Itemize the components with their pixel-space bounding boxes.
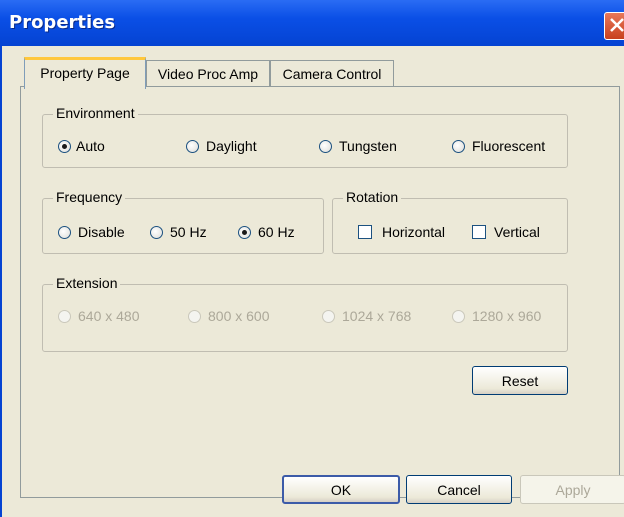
radio-button	[58, 310, 71, 323]
checkbox-label: Vertical	[494, 224, 540, 240]
tab-property-page[interactable]: Property Page	[24, 57, 146, 89]
window-title: Properties	[9, 12, 116, 33]
tab-label: Camera Control	[282, 66, 382, 82]
cancel-label: Cancel	[437, 482, 481, 498]
radio-button[interactable]	[58, 226, 71, 239]
radio-button[interactable]	[452, 140, 465, 153]
radio-button	[452, 310, 465, 323]
extension-legend: Extension	[53, 275, 121, 291]
radio-label: 1024 x 768	[342, 308, 412, 324]
radio-label: Daylight	[206, 138, 257, 154]
tab-video-proc-amp[interactable]: Video Proc Amp	[146, 60, 270, 88]
radio-button	[188, 310, 201, 323]
dialog-body: Property Page Video Proc Amp Camera Cont…	[0, 46, 624, 517]
tab-label: Property Page	[40, 65, 130, 81]
radio-label: 1280 x 960	[472, 308, 542, 324]
radio-button[interactable]	[319, 140, 332, 153]
close-icon	[610, 18, 624, 32]
radio-label: Disable	[78, 224, 125, 240]
frequency-legend: Frequency	[53, 189, 126, 205]
radio-label: 60 Hz	[258, 224, 295, 240]
radio-label: 640 x 480	[78, 308, 140, 324]
radio-label: 50 Hz	[170, 224, 207, 240]
radio-label: 800 x 600	[208, 308, 270, 324]
reset-label: Reset	[501, 373, 539, 389]
checkbox[interactable]	[358, 225, 372, 239]
rotation-legend: Rotation	[343, 189, 402, 205]
checkbox-label: Horizontal	[382, 224, 446, 240]
tab-camera-control[interactable]: Camera Control	[270, 60, 394, 88]
close-button[interactable]	[604, 12, 624, 40]
radio-button[interactable]	[58, 140, 71, 153]
tab-label: Video Proc Amp	[157, 66, 259, 82]
radio-label: Fluorescent	[472, 138, 546, 154]
radio-button	[322, 310, 335, 323]
radio-label: Tungsten	[339, 138, 397, 154]
ok-button[interactable]: OK	[282, 475, 400, 504]
properties-dialog: Properties Property Page Video Proc Amp …	[0, 0, 624, 517]
checkbox[interactable]	[472, 225, 486, 239]
apply-label: Apply	[555, 482, 591, 498]
title-bar[interactable]: Properties	[0, 0, 624, 46]
radio-label: Auto	[76, 138, 105, 154]
radio-button[interactable]	[186, 140, 199, 153]
radio-button[interactable]	[150, 226, 163, 239]
environment-legend: Environment	[53, 105, 138, 121]
apply-button: Apply	[520, 475, 624, 504]
ok-label: OK	[330, 482, 352, 498]
reset-button[interactable]: Reset	[472, 366, 568, 395]
radio-button[interactable]	[238, 226, 251, 239]
cancel-button[interactable]: Cancel	[406, 475, 512, 504]
